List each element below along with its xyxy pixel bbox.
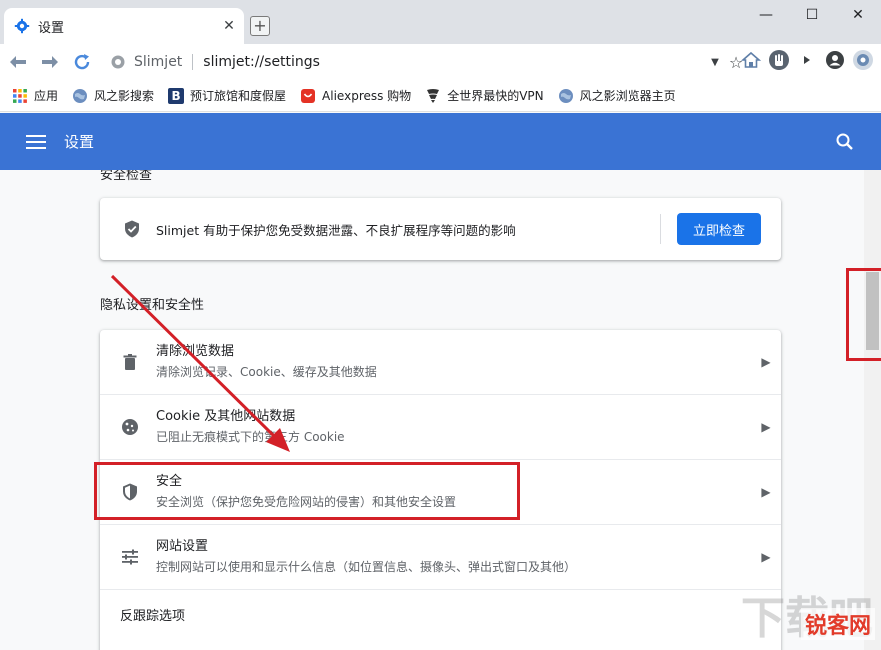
row-subtitle: 已阻止无痕模式下的第三方 Cookie: [156, 430, 345, 444]
bookmark-label: 风之影浏览器主页: [579, 89, 676, 103]
browser-tab[interactable]: 设置 ✕: [4, 8, 244, 44]
bookmark-label: 全世界最快的VPN: [447, 89, 544, 103]
row-subtitle: 控制网站可以使用和显示什么信息（如位置信息、摄像头、弹出式窗口及其他）: [156, 560, 577, 574]
row-anti-tracking[interactable]: 反跟踪选项: [100, 590, 781, 638]
bookmark-apps[interactable]: 应用: [12, 87, 58, 104]
watermark: 锐客网: [800, 608, 875, 640]
row-texts: 清除浏览数据 清除浏览记录、Cookie、缓存及其他数据: [156, 343, 751, 381]
vpn-icon: [427, 88, 440, 103]
bookmark-label: Aliexpress 购物: [322, 89, 412, 103]
title-bar: 设置 ✕ + — ☐ ✕: [0, 0, 881, 44]
divider: [660, 214, 661, 244]
settings-header: 设置: [0, 113, 881, 170]
row-site-settings[interactable]: 网站设置 控制网站可以使用和显示什么信息（如位置信息、摄像头、弹出式窗口及其他）…: [100, 525, 781, 590]
back-button[interactable]: [4, 48, 32, 76]
row-title: 网站设置: [156, 539, 209, 554]
bookmark-vpn[interactable]: 全世界最快的VPN: [425, 87, 544, 104]
search-icon[interactable]: [835, 132, 855, 152]
check-now-button[interactable]: 立即检查: [677, 213, 761, 245]
browser-toolbar: Slimjet slimjet://settings ▼ ☆: [0, 44, 881, 80]
omnibox-divider: [192, 54, 194, 70]
dropdown-arrow-icon[interactable]: ▼: [706, 57, 724, 68]
bookmark-label: 应用: [34, 89, 59, 103]
row-texts: Cookie 及其他网站数据 已阻止无痕模式下的第三方 Cookie: [156, 408, 751, 446]
apps-grid-icon: [13, 88, 27, 103]
chevron-right-icon: ▶: [761, 420, 771, 434]
forward-arrow-icon: [42, 56, 58, 68]
row-cookies[interactable]: Cookie 及其他网站数据 已阻止无痕模式下的第三方 Cookie ▶: [100, 395, 781, 460]
back-arrow-icon: [10, 56, 26, 68]
new-tab-button[interactable]: +: [250, 16, 270, 36]
page-title: 设置: [64, 133, 95, 151]
bookmark-label: 风之影搜索: [94, 89, 155, 103]
window-controls: — ☐ ✕: [743, 0, 881, 30]
settings-content: 安全检查 Slimjet 有助于保护您免受数据泄露、不良扩展程序等问题的影响 立…: [0, 170, 864, 650]
bookmark-fzy-home[interactable]: 风之影浏览器主页: [558, 87, 676, 104]
reload-icon: [74, 54, 90, 70]
minimize-button[interactable]: —: [743, 0, 789, 30]
slimjet-logo-icon: [111, 55, 125, 69]
omnibox-url[interactable]: slimjet://settings: [203, 54, 706, 70]
globe-icon: [73, 88, 88, 103]
shield-check-icon: [125, 220, 139, 238]
tab-title: 设置: [38, 20, 65, 36]
trash-icon: [123, 354, 137, 370]
account-icon[interactable]: [823, 48, 847, 72]
row-subtitle: 清除浏览记录、Cookie、缓存及其他数据: [156, 365, 377, 379]
bookmarks-bar: 应用 风之影搜索 B 预订旅馆和度假屋 Aliexpress 购物 全世界最快的…: [0, 80, 881, 112]
toolbar-actions: [739, 48, 875, 72]
aliexpress-icon: [301, 88, 316, 103]
hamburger-menu-icon[interactable]: [26, 134, 46, 149]
bookmark-booking[interactable]: B 预订旅馆和度假屋: [168, 87, 286, 104]
address-bar[interactable]: Slimjet slimjet://settings ▼ ☆: [104, 48, 748, 76]
row-title: 清除浏览数据: [156, 344, 235, 359]
gear-icon: [14, 18, 30, 34]
booking-icon: B: [168, 87, 185, 104]
globe-icon: [558, 88, 573, 103]
privacy-section-title: 隐私设置和安全性: [100, 298, 205, 313]
forward-button[interactable]: [36, 48, 64, 76]
safety-check-description: Slimjet 有助于保护您免受数据泄露、不良扩展程序等问题的影响: [156, 222, 516, 238]
cookie-icon: [122, 419, 138, 435]
close-window-button[interactable]: ✕: [835, 0, 881, 30]
reload-button[interactable]: [68, 48, 96, 76]
safety-check-section-title: 安全检查: [100, 170, 153, 183]
omnibox-brand: Slimjet: [134, 54, 183, 70]
bookmark-fzy-search[interactable]: 风之影搜索: [72, 87, 154, 104]
maximize-button[interactable]: ☐: [789, 0, 835, 30]
row-title: Cookie 及其他网站数据: [156, 409, 296, 424]
row-clear-browsing-data[interactable]: 清除浏览数据 清除浏览记录、Cookie、缓存及其他数据 ▶: [100, 330, 781, 395]
annotation-box-scrollbar: [846, 268, 881, 361]
menu-gear-icon[interactable]: [851, 48, 875, 72]
play-arrow-icon[interactable]: [795, 48, 819, 72]
chevron-right-icon: ▶: [761, 550, 771, 564]
chevron-right-icon: ▶: [761, 355, 771, 369]
row-texts: 网站设置 控制网站可以使用和显示什么信息（如位置信息、摄像头、弹出式窗口及其他）: [156, 538, 751, 576]
annotation-box-security: [94, 462, 520, 520]
bookmark-label: 预订旅馆和度假屋: [190, 89, 287, 103]
bookmark-aliexpress[interactable]: Aliexpress 购物: [300, 87, 411, 104]
tab-close-icon[interactable]: ✕: [220, 17, 238, 35]
safety-check-card: Slimjet 有助于保护您免受数据泄露、不良扩展程序等问题的影响 立即检查: [100, 198, 781, 260]
sliders-icon: [122, 549, 138, 565]
scrollbar-track[interactable]: [864, 170, 881, 650]
chevron-right-icon: ▶: [761, 485, 771, 499]
home-icon[interactable]: [739, 48, 763, 72]
adblock-hand-icon[interactable]: [767, 48, 791, 72]
